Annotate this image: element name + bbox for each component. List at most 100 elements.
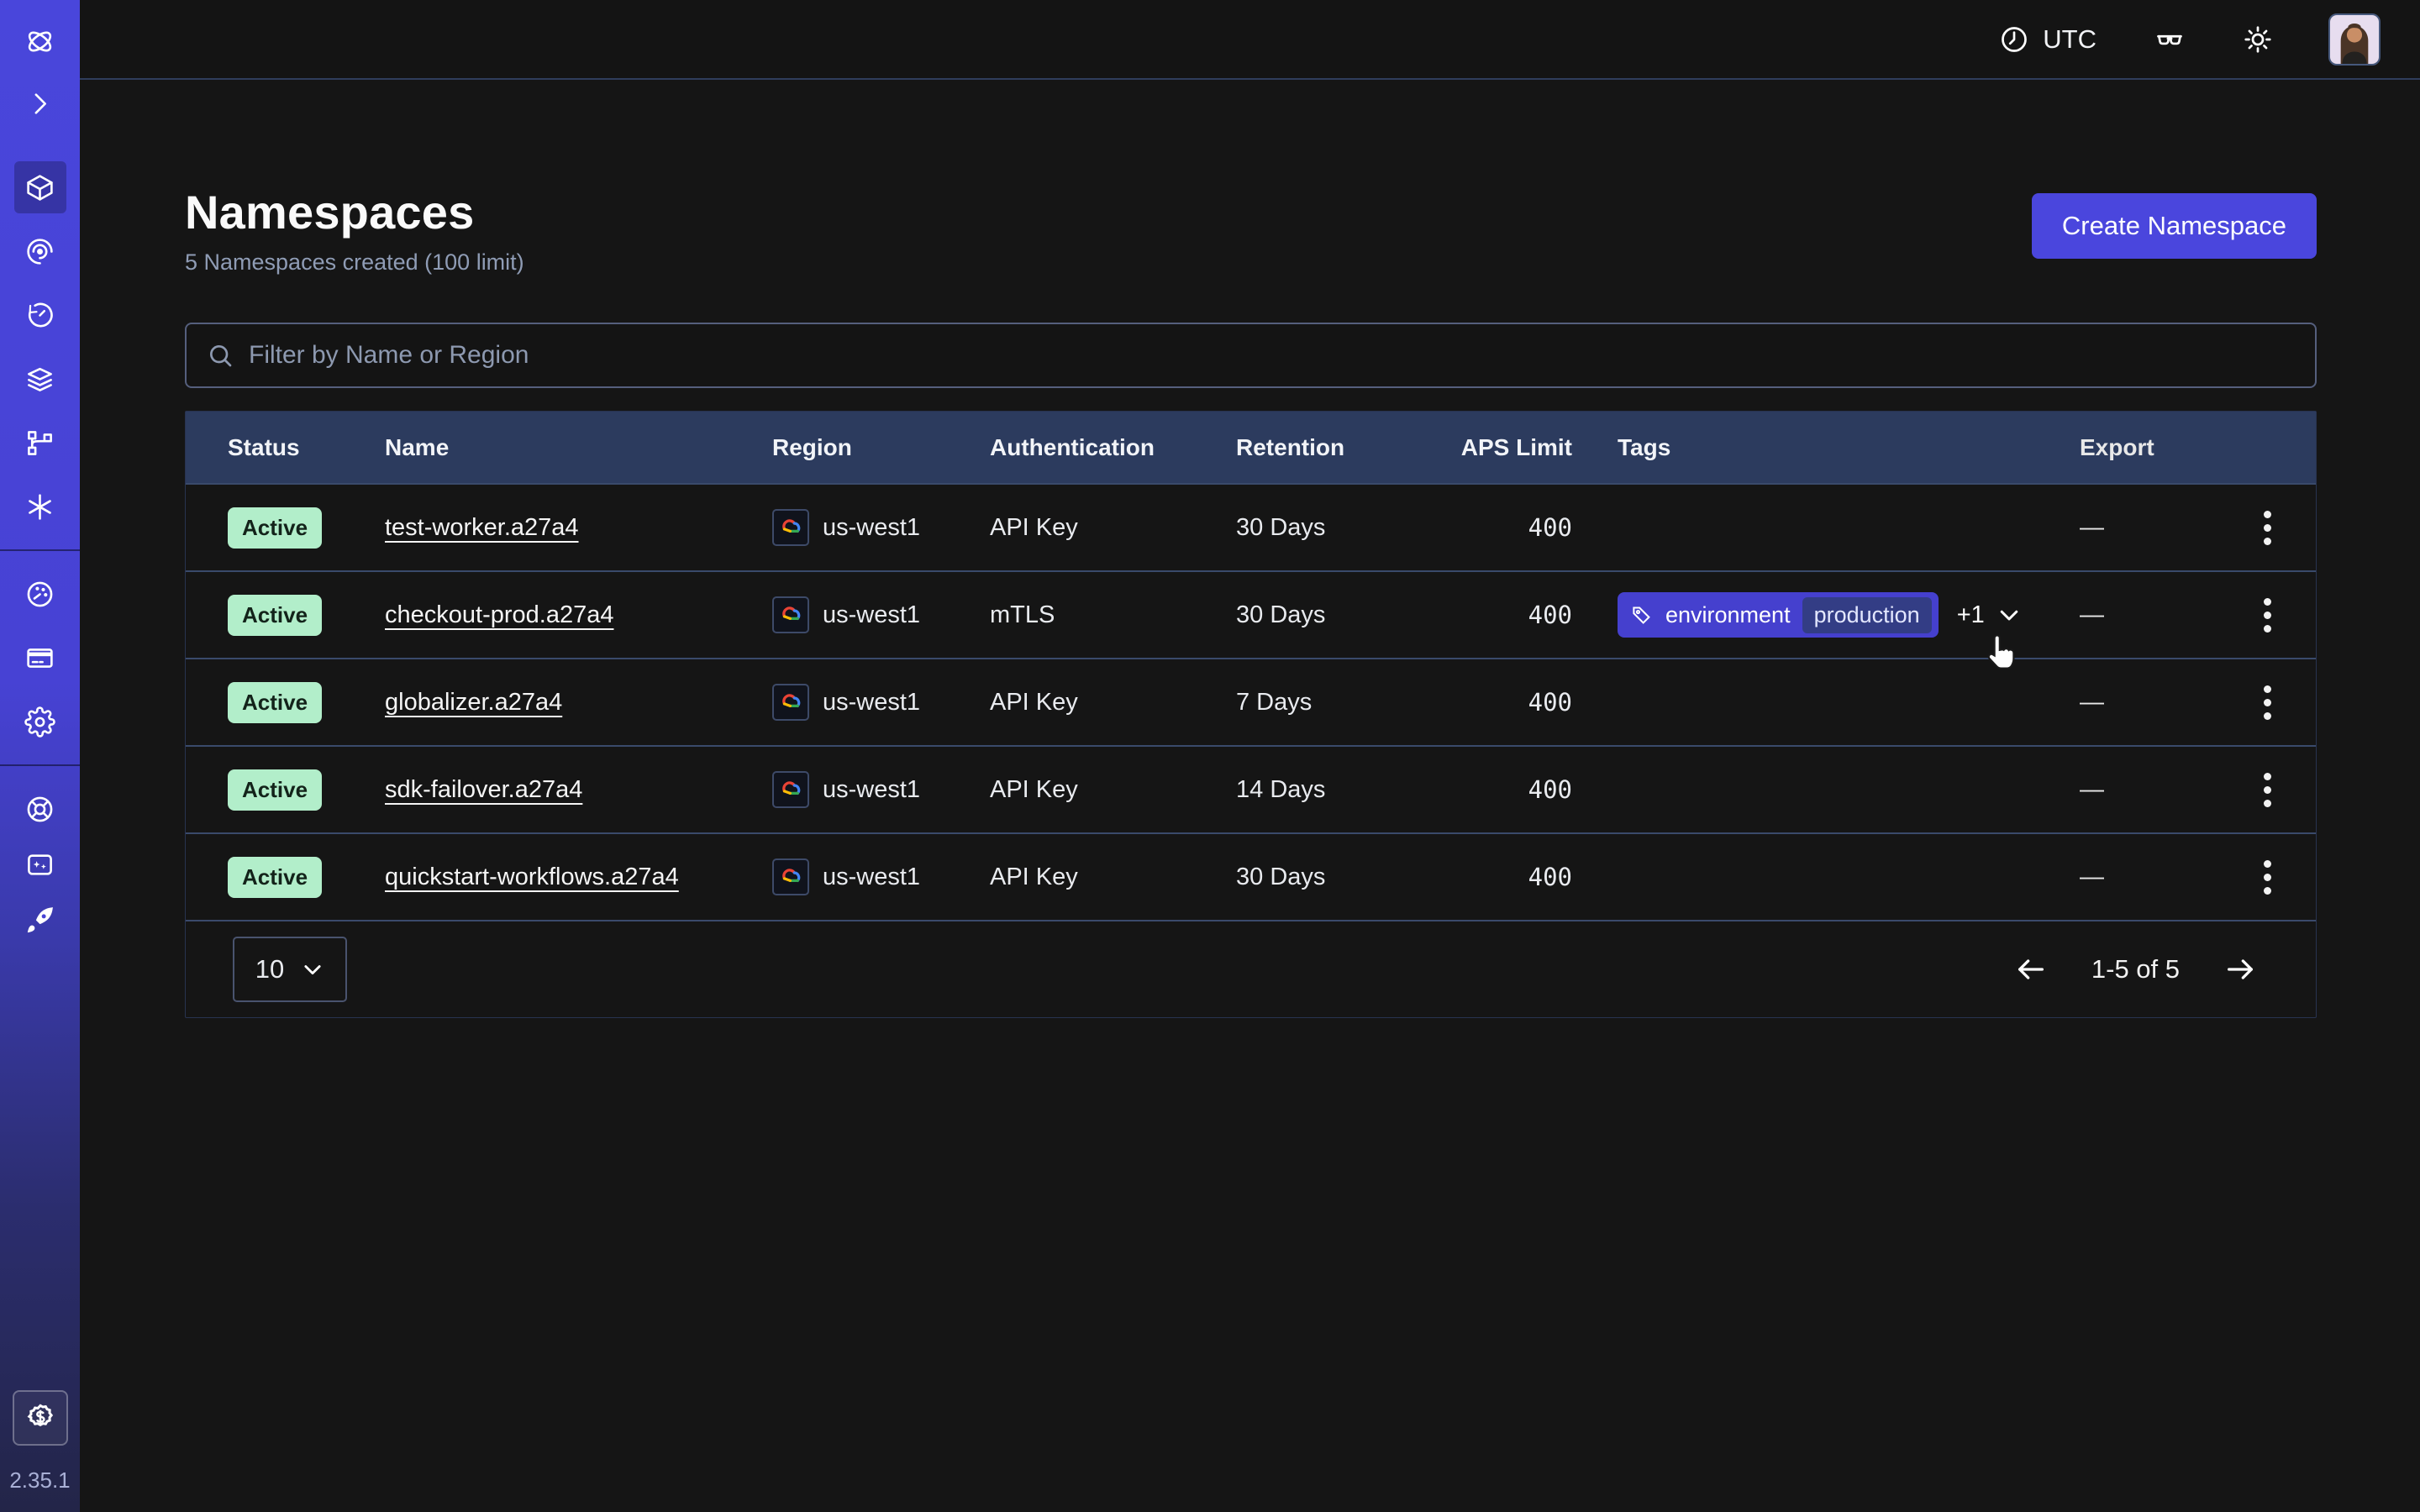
col-region: Region bbox=[772, 434, 990, 461]
export-value: — bbox=[2068, 776, 2219, 804]
aps-value: 400 bbox=[1404, 688, 1576, 717]
sidebar-item-batch[interactable] bbox=[14, 480, 66, 533]
auth-value: API Key bbox=[990, 776, 1236, 804]
sidebar-divider bbox=[0, 549, 80, 551]
retention-value: 30 Days bbox=[1236, 864, 1404, 891]
sidebar-nav: 2.35.1 bbox=[0, 0, 80, 1512]
table-footer: 10 1-5 of 5 bbox=[186, 920, 2316, 1017]
export-value: — bbox=[2068, 689, 2219, 717]
gcp-cloud-icon bbox=[772, 858, 809, 895]
region-label: us-west1 bbox=[823, 864, 920, 891]
table-row: Active test-worker.a27a4 us-west1 API Ke… bbox=[186, 483, 2316, 570]
sidebar-divider bbox=[0, 764, 80, 766]
sidebar-item-settings[interactable] bbox=[14, 696, 66, 748]
namespace-link[interactable]: test-worker.a27a4 bbox=[385, 514, 579, 541]
usage-gauge-icon bbox=[24, 579, 55, 610]
app-version: 2.35.1 bbox=[9, 1467, 70, 1494]
schedules-timer-icon bbox=[24, 300, 55, 331]
status-badge: Active bbox=[228, 595, 322, 636]
create-namespace-button[interactable]: Create Namespace bbox=[2032, 193, 2317, 259]
col-retention: Retention bbox=[1236, 434, 1404, 461]
nexus-branch-icon bbox=[24, 428, 55, 459]
kebab-menu-icon[interactable] bbox=[2255, 852, 2280, 903]
region-label: us-west1 bbox=[823, 514, 920, 542]
page-size-value: 10 bbox=[255, 954, 284, 984]
table-row: Active checkout-prod.a27a4 us-west1 mTLS… bbox=[186, 570, 2316, 658]
glasses-icon[interactable] bbox=[2152, 24, 2187, 55]
sidebar-item-billing[interactable] bbox=[14, 632, 66, 684]
timezone-selector[interactable]: UTC bbox=[1999, 24, 2096, 55]
col-name: Name bbox=[385, 434, 772, 461]
sidebar-item-usage[interactable] bbox=[14, 568, 66, 620]
col-tags: Tags bbox=[1576, 434, 2068, 461]
aps-value: 400 bbox=[1404, 863, 1576, 891]
page-title: Namespaces bbox=[185, 185, 524, 239]
col-authentication: Authentication bbox=[990, 434, 1236, 461]
filter-bar bbox=[185, 323, 2317, 388]
table-row: Active quickstart-workflows.a27a4 us-wes… bbox=[186, 832, 2316, 920]
namespace-link[interactable]: sdk-failover.a27a4 bbox=[385, 776, 582, 803]
namespaces-cube-icon bbox=[24, 172, 55, 203]
page-subtitle: 5 Namespaces created (100 limit) bbox=[185, 249, 524, 276]
kebab-menu-icon[interactable] bbox=[2255, 590, 2280, 641]
kebab-menu-icon[interactable] bbox=[2255, 764, 2280, 816]
expand-chevron-icon[interactable] bbox=[14, 77, 66, 129]
sidebar-item-schedules[interactable] bbox=[14, 289, 66, 341]
workflows-spiral-icon bbox=[24, 236, 55, 267]
auth-value: API Key bbox=[990, 864, 1236, 891]
timezone-label: UTC bbox=[2043, 24, 2096, 55]
prev-page-button[interactable] bbox=[2014, 953, 2048, 986]
status-badge: Active bbox=[228, 769, 322, 811]
billing-card-icon bbox=[24, 643, 55, 674]
auth-value: API Key bbox=[990, 689, 1236, 717]
sidebar-item-namespaces[interactable] bbox=[14, 161, 66, 213]
sidebar-item-nexus[interactable] bbox=[14, 417, 66, 469]
namespace-link[interactable]: globalizer.a27a4 bbox=[385, 689, 562, 716]
tags-expand-button[interactable]: +1 bbox=[1957, 601, 2022, 629]
sidebar-item-deployments[interactable] bbox=[14, 353, 66, 405]
gcp-cloud-icon bbox=[772, 509, 809, 546]
support-lifebuoy-icon bbox=[24, 794, 55, 825]
col-status: Status bbox=[186, 434, 385, 461]
namespace-link[interactable]: quickstart-workflows.a27a4 bbox=[385, 864, 679, 890]
retention-value: 14 Days bbox=[1236, 776, 1404, 804]
gcp-cloud-icon bbox=[772, 771, 809, 808]
col-aps-limit: APS Limit bbox=[1404, 434, 1576, 461]
sun-theme-icon[interactable] bbox=[2243, 24, 2273, 55]
table-row: Active globalizer.a27a4 us-west1 API Key… bbox=[186, 658, 2316, 745]
sidebar-item-assistant[interactable] bbox=[14, 838, 66, 890]
namespace-link[interactable]: checkout-prod.a27a4 bbox=[385, 601, 613, 628]
region-label: us-west1 bbox=[823, 689, 920, 717]
kebab-menu-icon[interactable] bbox=[2255, 502, 2280, 554]
gcp-cloud-icon bbox=[772, 596, 809, 633]
next-page-button[interactable] bbox=[2223, 953, 2257, 986]
status-badge: Active bbox=[228, 857, 322, 898]
settings-gear-icon bbox=[24, 706, 55, 738]
pricing-dollar-badge-icon[interactable] bbox=[13, 1390, 68, 1446]
getting-started-rocket-icon bbox=[24, 905, 55, 936]
table-header-row: Status Name Region Authentication Retent… bbox=[186, 412, 2316, 483]
user-avatar[interactable] bbox=[2328, 13, 2381, 66]
table-row: Active sdk-failover.a27a4 us-west1 API K… bbox=[186, 745, 2316, 832]
col-export: Export bbox=[2068, 434, 2219, 461]
tag-value: production bbox=[1802, 597, 1932, 633]
sidebar-item-getting-started[interactable] bbox=[14, 894, 66, 946]
tag-icon bbox=[1631, 604, 1654, 627]
export-value: — bbox=[2068, 514, 2219, 542]
tag-key: environment bbox=[1665, 602, 1791, 628]
status-badge: Active bbox=[228, 507, 322, 549]
chevron-down-icon bbox=[301, 958, 324, 981]
batch-asterisk-icon bbox=[24, 491, 55, 522]
page-size-select[interactable]: 10 bbox=[233, 937, 347, 1002]
sidebar-item-support[interactable] bbox=[14, 783, 66, 835]
kebab-menu-icon[interactable] bbox=[2255, 677, 2280, 728]
temporal-logo[interactable] bbox=[14, 15, 66, 67]
sidebar-item-workflows[interactable] bbox=[14, 225, 66, 277]
region-label: us-west1 bbox=[823, 776, 920, 804]
deployments-layers-icon bbox=[24, 364, 55, 395]
gcp-cloud-icon bbox=[772, 684, 809, 721]
tags-more-count: +1 bbox=[1957, 601, 1985, 629]
tags-cell: environment production +1 bbox=[1576, 592, 2068, 638]
filter-input[interactable] bbox=[249, 341, 2295, 370]
tag-pill[interactable]: environment production bbox=[1618, 592, 1939, 638]
